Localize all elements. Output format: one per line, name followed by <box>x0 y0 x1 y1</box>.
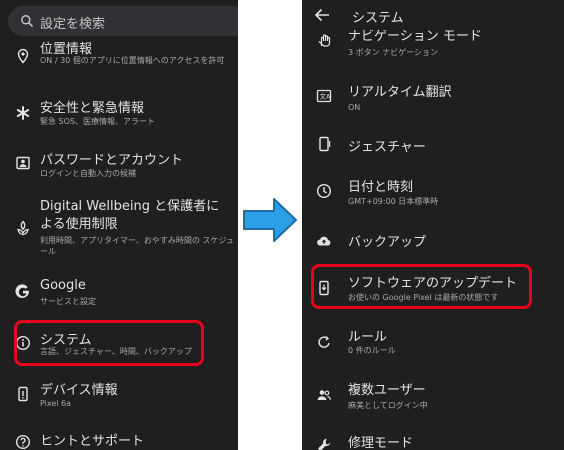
page-title: システム <box>352 11 404 26</box>
system-item-gestures[interactable]: ジェスチャー <box>302 128 564 160</box>
system-item-repair-mode[interactable]: 修理モード <box>302 428 564 450</box>
device-title: デバイス情報 <box>40 383 118 398</box>
phone-gesture-icon <box>319 136 331 152</box>
clock-icon <box>316 183 332 199</box>
device-icon <box>18 386 28 402</box>
system-item-live-translate[interactable]: 文A リアルタイム翻訳 ON <box>302 76 564 116</box>
multiple-users-subtitle: 麻美としてログイン中 <box>348 401 428 410</box>
settings-main-panel: 位置情報 ON / 30 個のアプリに位置情報へのアクセスを許可 設定を検索 安… <box>0 0 238 450</box>
wrench-icon <box>318 438 331 450</box>
top-app-bar: システム <box>302 0 564 30</box>
wellbeing-icon <box>17 220 29 236</box>
date-time-subtitle: GMT+09:00 日本標準時 <box>348 197 439 206</box>
system-item-multiple-users[interactable]: 複数ユーザー 麻美としてログイン中 <box>302 375 564 415</box>
right-arrow-icon <box>243 198 297 242</box>
safety-title: 安全性と緊急情報 <box>40 101 145 116</box>
gestures-title: ジェスチャー <box>348 140 426 155</box>
search-bar[interactable]: 設定を検索 <box>8 6 238 36</box>
settings-item-password[interactable]: パスワードとアカウント ログインと自動入力の候補 <box>0 145 238 185</box>
cloud-upload-icon <box>317 236 331 246</box>
wellbeing-title: Digital Wellbeing と保護者による使用制限 <box>40 199 220 232</box>
system-settings-panel: ナビゲーション モード 3 ボタン ナビゲーション システム 文A リアルタイム… <box>302 0 564 450</box>
safety-subtitle: 緊急 SOS、医療情報、アラート <box>40 117 155 126</box>
gesture-hand-icon <box>318 34 331 47</box>
translate-icon: 文A <box>316 89 332 103</box>
system-item-date-time[interactable]: 日付と時刻 GMT+09:00 日本標準時 <box>302 171 564 211</box>
settings-item-google[interactable]: Google サービスと設定 <box>0 275 238 313</box>
system-item-rules[interactable]: ルール 0 件のルール <box>302 322 564 362</box>
people-icon <box>317 390 332 400</box>
settings-item-safety[interactable]: 安全性と緊急情報 緊急 SOS、医療情報、アラート <box>0 93 238 133</box>
rules-icon <box>318 336 330 348</box>
rules-subtitle: 0 件のルール <box>348 346 396 355</box>
search-icon <box>21 15 34 28</box>
settings-item-device-info[interactable]: デバイス情報 Pixel 6a <box>0 376 238 414</box>
asterisk-icon <box>16 106 30 120</box>
wellbeing-subtitle: 利用時間、アプリタイマー、おやすみ時間の スケジュール <box>40 236 234 256</box>
google-subtitle: サービスと設定 <box>40 297 96 306</box>
repair-mode-title: 修理モード <box>348 436 414 450</box>
back-arrow-icon[interactable] <box>314 8 330 22</box>
settings-item-location[interactable]: 位置情報 ON / 30 個のアプリに位置情報へのアクセスを許可 <box>0 34 238 84</box>
multiple-users-title: 複数ユーザー <box>348 383 426 398</box>
password-subtitle: ログインと自動入力の候補 <box>40 169 136 178</box>
live-translate-title: リアルタイム翻訳 <box>348 85 452 100</box>
google-g-icon <box>15 284 29 298</box>
navigation-mode-subtitle: 3 ボタン ナビゲーション <box>348 48 439 57</box>
help-icon <box>15 434 31 450</box>
settings-item-wellbeing[interactable]: Digital Wellbeing と保護者による使用制限 利用時間、アプリタイ… <box>0 196 238 260</box>
device-subtitle: Pixel 6a <box>40 399 72 408</box>
system-item-backup[interactable]: バックアップ <box>302 225 564 257</box>
google-title: Google <box>40 278 86 293</box>
tips-title: ヒントとサポート <box>40 434 145 449</box>
highlight-box-system <box>14 320 204 366</box>
highlight-box-software-update <box>311 264 532 309</box>
backup-title: バックアップ <box>348 235 427 250</box>
password-icon <box>16 156 30 170</box>
date-time-title: 日付と時刻 <box>348 180 414 195</box>
location-subtitle: ON / 30 個のアプリに位置情報へのアクセスを許可 <box>40 56 225 65</box>
search-placeholder: 設定を検索 <box>40 17 106 32</box>
live-translate-subtitle: ON <box>348 103 361 112</box>
svg-text:文A: 文A <box>320 92 332 101</box>
rules-title: ルール <box>348 330 388 345</box>
location-pin-icon <box>17 48 29 64</box>
settings-item-tips[interactable]: ヒントとサポート <box>0 426 238 450</box>
password-title: パスワードとアカウント <box>40 153 184 168</box>
